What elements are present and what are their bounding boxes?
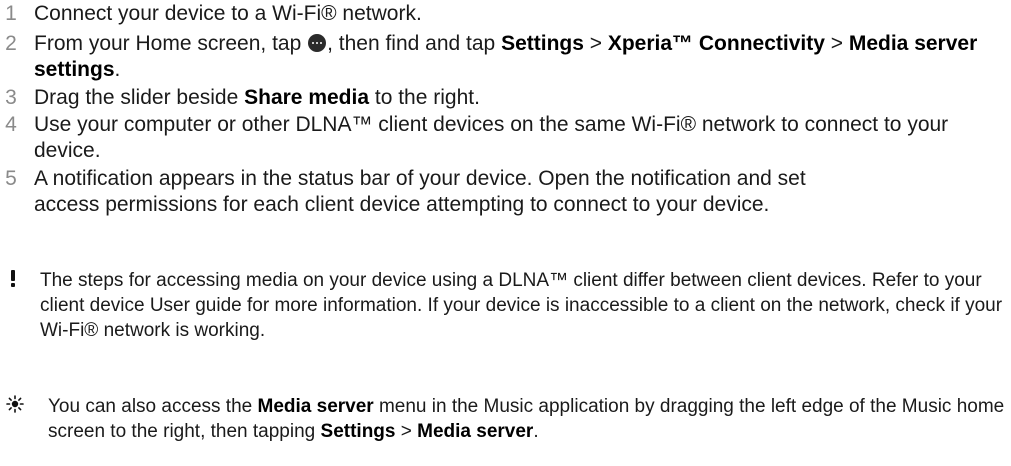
exclamation-icon [6,268,22,292]
settings-label: Settings [501,32,584,55]
step-number: 3 [5,86,17,109]
step-text: Use your computer or other DLNA™ client … [34,113,949,162]
share-media-label: Share media [244,86,370,109]
step-number: 4 [5,113,17,136]
step-number: 1 [5,2,17,25]
settings-label: Settings [320,421,396,442]
apps-icon [308,34,327,52]
step-text: From your Home screen, tap , then find a… [34,32,978,81]
step-text: A notification appears in the status bar… [34,167,806,216]
step-number: 5 [5,167,17,190]
step-text: Drag the slider beside Share media to th… [34,86,480,109]
important-note-text: The steps for accessing media on your de… [40,270,1003,341]
media-server-label: Media server [417,421,534,442]
media-server-label: Media server [257,396,374,417]
lightbulb-icon [6,394,24,418]
step-number: 2 [5,32,17,55]
tip-note-text: You can also access the Media server men… [48,396,1005,442]
xperia-connectivity-label: Xperia™ Connectivity [607,32,825,55]
step-text: Connect your device to a Wi-Fi® network. [34,2,422,25]
